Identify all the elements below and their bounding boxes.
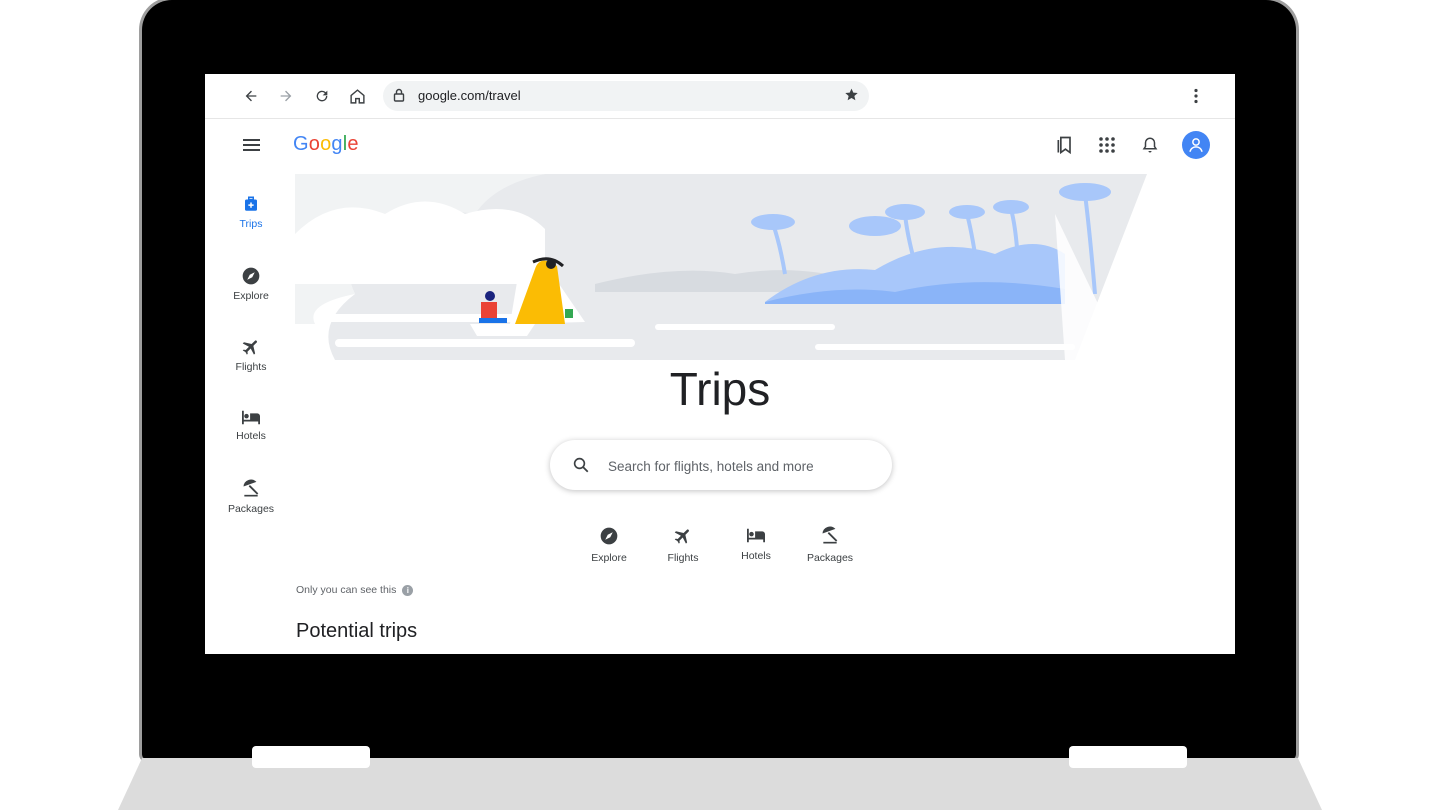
back-icon[interactable] [237,82,265,110]
rail-item-label: Explore [233,290,269,302]
address-url: google.com/travel [418,88,521,103]
chip-hotels[interactable]: Hotels [721,526,791,562]
rail-item-label: Packages [227,503,275,515]
rail-item-label: Hotels [236,430,266,442]
chip-flights[interactable]: Flights [648,526,718,564]
notifications-bell-icon[interactable] [1137,132,1163,158]
privacy-note-text: Only you can see this [296,584,397,596]
chip-explore[interactable]: Explore [574,526,644,564]
logo-letter: o [320,133,332,155]
home-icon[interactable] [343,82,371,110]
airplane-icon [242,340,257,355]
browser-toolbar: google.com/travel [205,74,1235,119]
browser-menu-icon[interactable] [1182,82,1210,110]
hamburger-menu-icon[interactable] [239,132,265,158]
beach-umbrella-icon [822,526,838,544]
logo-letter: G [293,133,309,155]
chip-label: Hotels [741,550,771,562]
laptop-hinge-left [252,746,370,768]
laptop-hinge-right [1069,746,1187,768]
search-icon [572,456,590,479]
compass-icon [600,527,618,545]
privacy-note: Only you can see this i [296,584,414,596]
compass-icon [242,267,260,285]
rail-item-trips[interactable]: Trips [221,194,281,250]
account-avatar-icon[interactable] [1182,131,1210,159]
logo-letter: g [331,133,343,155]
rail-item-packages[interactable]: Packages [221,479,281,535]
chip-packages[interactable]: Packages [795,526,865,564]
rail-item-hotels[interactable]: Hotels [221,408,281,464]
chip-label: Explore [591,552,627,564]
search-input[interactable] [606,452,880,480]
info-icon[interactable]: i [402,584,414,596]
airplane-icon [674,529,689,544]
page-title: Trips [669,363,771,415]
chip-label: Packages [806,552,854,564]
bed-icon [747,528,765,543]
reload-icon[interactable] [308,82,336,110]
screen: google.com/travel Google Trips Explore F… [205,74,1235,654]
address-bar[interactable]: google.com/travel [383,81,869,111]
hero-illustration [295,174,1147,360]
logo-letter: o [308,133,321,155]
search-box[interactable] [550,440,892,490]
google-logo[interactable]: Google [293,133,359,156]
forward-icon[interactable] [272,82,300,110]
apps-grid-icon[interactable] [1094,132,1120,158]
bookmark-star-icon[interactable] [844,87,859,107]
beach-umbrella-icon [243,479,259,497]
logo-letter: e [347,133,359,155]
section-title: Potential trips [296,620,418,642]
lock-icon [393,88,405,107]
suitcase-icon [245,196,257,211]
chip-label: Flights [667,552,699,564]
rail-item-label: Trips [239,218,263,230]
rail-item-explore[interactable]: Explore [221,266,281,322]
saved-icon[interactable] [1052,132,1078,158]
